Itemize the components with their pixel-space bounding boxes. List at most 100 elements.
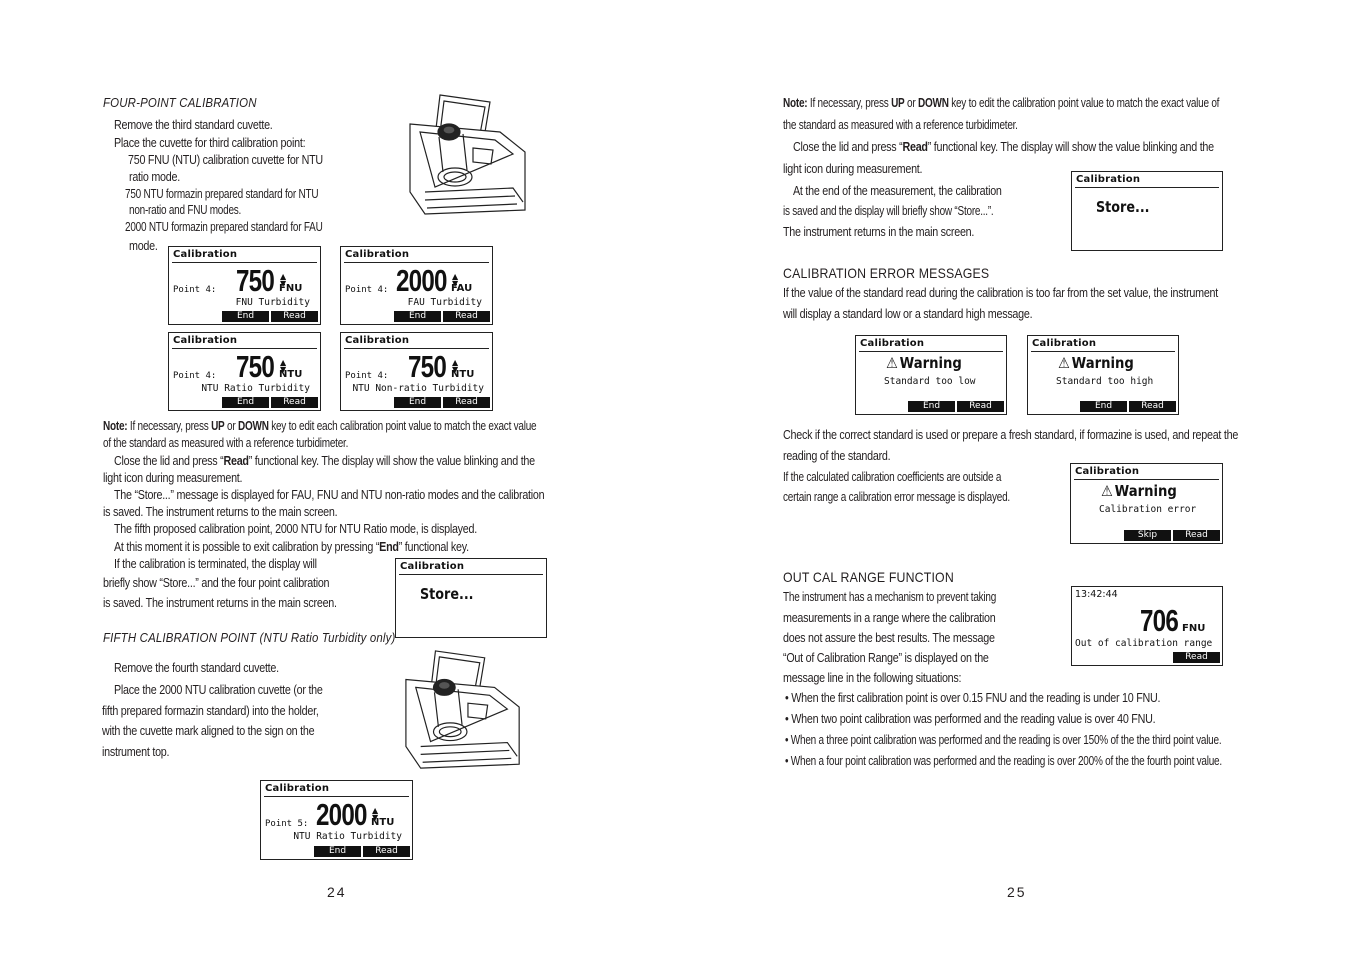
softkeys: End Read xyxy=(394,397,490,408)
outcal-paragraph: The instrument has a mechanism to preven… xyxy=(783,590,997,604)
lcd-display-store: Calibration Store... xyxy=(395,558,547,638)
display-mode: FAU Turbidity xyxy=(407,297,482,308)
paragraph-fifth: The fifth proposed calibration point, 20… xyxy=(114,522,477,536)
warning-message: Standard too low xyxy=(884,376,976,387)
lcd-display-fnu: Calibration Point 4: 750 ▲ ▼ FNU FNU Turb… xyxy=(168,246,321,325)
display-rule xyxy=(1075,187,1219,188)
display-title: Calibration xyxy=(400,561,465,572)
paragraph-read-line2: light icon during measurement. xyxy=(783,162,923,176)
softkeys: End Read xyxy=(394,311,490,322)
skip-key[interactable]: Skip xyxy=(1124,530,1171,541)
display-unit: NTU xyxy=(451,369,475,380)
note-label: Note: xyxy=(103,419,128,433)
lcd-display-store: Calibration Store... xyxy=(1071,171,1223,251)
lcd-warning-too-low: Calibration ⚠ Warning Standard too low En… xyxy=(855,335,1007,415)
display-title: Calibration xyxy=(1075,466,1140,477)
end-key[interactable]: End xyxy=(908,401,955,412)
lcd-calibration-error: Calibration ⚠ Warning Calibration error S… xyxy=(1070,463,1223,544)
paragraph-text: Close the lid and press “ xyxy=(114,454,224,468)
note-line: Note: If necessary, press UP or DOWN key… xyxy=(103,418,537,435)
warning-message: Standard too high xyxy=(1056,376,1154,387)
display-value: 2000 xyxy=(316,797,367,832)
paragraph-end: is saved and the display will briefly sh… xyxy=(783,204,994,218)
paragraph-read: Close the lid and press “Read” functiona… xyxy=(793,139,1214,156)
check-paragraph: Check if the correct standard is used or… xyxy=(783,428,1239,442)
display-time: 13:42:44 xyxy=(1075,589,1118,600)
end-key[interactable]: End xyxy=(1080,401,1127,412)
end-key[interactable]: End xyxy=(222,397,269,408)
intro-line: mode. xyxy=(129,239,158,253)
read-key[interactable]: Read xyxy=(271,397,318,408)
read-key[interactable]: Read xyxy=(957,401,1004,412)
page-number: 25 xyxy=(1007,884,1027,900)
instrument-illustration xyxy=(405,650,520,769)
down-key: DOWN xyxy=(237,419,269,433)
note-line: of the standard as measured with a refer… xyxy=(103,436,349,450)
fifth-line: instrument top. xyxy=(102,745,170,759)
intro-line: 2000 NTU formazin prepared standard for … xyxy=(125,220,323,234)
read-key[interactable]: Read xyxy=(271,311,318,322)
end-key[interactable]: End xyxy=(314,846,361,857)
read-key[interactable]: Read xyxy=(443,311,490,322)
display-value: 750 xyxy=(408,349,447,384)
paragraph-read-line2: light icon during measurement. xyxy=(103,471,243,485)
display-title: Calibration xyxy=(345,249,410,260)
intro-line: 750 NTU formazin prepared standard for N… xyxy=(125,187,319,201)
warning-label: Warning xyxy=(1071,354,1134,372)
outcal-paragraph: measurements in a range where the calibr… xyxy=(783,611,996,625)
lcd-out-of-range: 13:42:44 706 FNU Out of calibration rang… xyxy=(1071,586,1223,666)
display-value: 750 xyxy=(236,349,275,384)
display-mode: NTU Non-ratio Turbidity xyxy=(352,383,484,394)
display-rule xyxy=(1031,351,1175,352)
bullet-item: • When a four point calibration was perf… xyxy=(785,754,1222,768)
paragraph-text: Close the lid and press “ xyxy=(793,140,903,154)
display-unit: FAU xyxy=(451,283,473,294)
end-key-label: End xyxy=(379,540,399,554)
display-unit: FNU xyxy=(279,283,303,294)
display-title: Calibration xyxy=(265,783,330,794)
read-key[interactable]: Read xyxy=(1129,401,1176,412)
display-title: Calibration xyxy=(1076,174,1141,185)
read-key-label: Read xyxy=(223,454,249,468)
right-page: Note: If necessary, press UP or DOWN key… xyxy=(676,0,1351,954)
display-point: Point 4: xyxy=(345,371,389,381)
note-label: Note: xyxy=(783,96,808,110)
softkeys: End Read xyxy=(314,846,410,857)
display-store-text: Store... xyxy=(1096,198,1150,216)
page-number: 24 xyxy=(327,884,347,900)
softkeys: End Read xyxy=(222,311,318,322)
paragraph-text: ” functional key. xyxy=(398,540,469,554)
display-rule xyxy=(399,574,543,575)
paragraph-end: The instrument returns in the main scree… xyxy=(783,225,975,239)
read-key[interactable]: Read xyxy=(1173,652,1220,663)
display-title: Calibration xyxy=(860,338,925,349)
heading-calibration-error: CALIBRATION ERROR MESSAGES xyxy=(783,265,990,281)
paragraph-text: At this moment it is possible to exit ca… xyxy=(114,540,380,554)
note-text: key to edit each calibration point value… xyxy=(268,419,537,433)
note-text: key to edit the calibration point value … xyxy=(948,96,1220,110)
display-point: Point 4: xyxy=(345,285,389,295)
end-key[interactable]: End xyxy=(394,311,441,322)
end-key[interactable]: End xyxy=(222,311,269,322)
read-key[interactable]: Read xyxy=(1173,530,1220,541)
warning-triangle-icon: ⚠ xyxy=(886,354,898,372)
read-key[interactable]: Read xyxy=(443,397,490,408)
paragraph-store: The “Store...” message is displayed for … xyxy=(114,488,545,502)
end-key[interactable]: End xyxy=(394,397,441,408)
coeff-paragraph: certain range a calibration error messag… xyxy=(783,490,1010,504)
display-title: Calibration xyxy=(173,249,238,260)
intro-line: 750 FNU (NTU) calibration cuvette for NT… xyxy=(128,153,323,167)
fifth-line: fifth prepared formazin standard) into t… xyxy=(102,704,319,718)
read-key[interactable]: Read xyxy=(363,846,410,857)
paragraph-text: ” functional key. The display will show … xyxy=(927,140,1214,154)
softkeys: End Read xyxy=(1080,401,1176,412)
heading-out-cal-range: OUT CAL RANGE FUNCTION xyxy=(783,569,954,585)
note-text: or xyxy=(224,419,238,433)
error-intro: If the value of the standard read during… xyxy=(783,286,1219,300)
left-page: FOUR-POINT CALIBRATION Remove the third … xyxy=(0,0,676,954)
display-rule xyxy=(859,351,1003,352)
warning-message: Calibration error xyxy=(1099,504,1197,515)
bullet-item: • When two point calibration was perform… xyxy=(785,712,1156,726)
paragraph-end: At the end of the measurement, the calib… xyxy=(793,184,1002,198)
lcd-display-ntu-ratio: Calibration Point 4: 750 ▲ ▼ NTU NTU Rati… xyxy=(168,332,321,411)
